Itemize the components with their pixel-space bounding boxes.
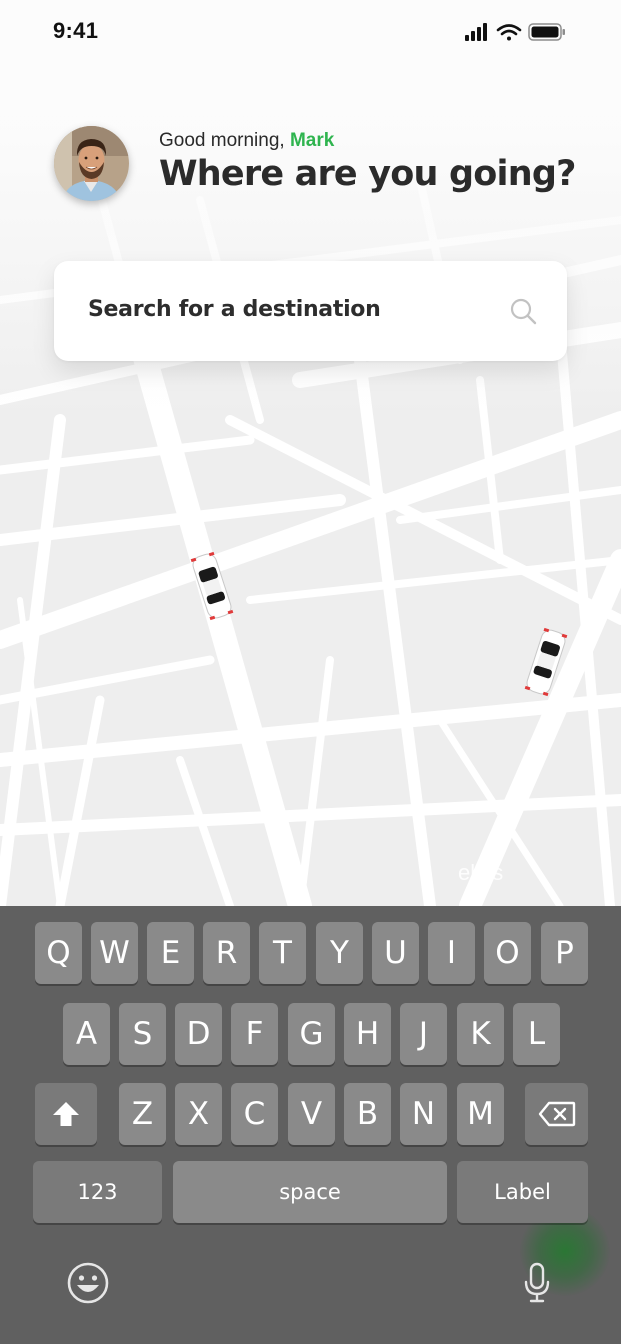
key-a[interactable]: A	[63, 1003, 110, 1065]
key-w[interactable]: W	[91, 922, 138, 984]
avatar[interactable]	[54, 126, 129, 201]
keyboard: Q W E R T Y U I O P A S D F G H J K L Z …	[0, 906, 621, 1344]
key-u[interactable]: U	[372, 922, 419, 984]
search-input[interactable]: Search for a destination	[54, 261, 567, 361]
key-r[interactable]: R	[203, 922, 250, 984]
search-placeholder: Search for a destination	[88, 297, 381, 322]
space-key[interactable]: space	[173, 1161, 447, 1223]
key-p[interactable]: P	[541, 922, 588, 984]
key-d[interactable]: D	[175, 1003, 222, 1065]
key-j[interactable]: J	[400, 1003, 447, 1065]
backspace-icon	[538, 1101, 575, 1127]
wifi-icon	[496, 24, 522, 41]
key-n[interactable]: N	[400, 1083, 447, 1145]
key-x[interactable]: X	[175, 1083, 222, 1145]
user-name: Mark	[289, 130, 335, 151]
emoji-icon[interactable]	[66, 1261, 110, 1309]
app-screen: ellos 9:41 Good morning, Mark Where are …	[0, 0, 621, 1344]
shift-icon	[53, 1102, 79, 1126]
key-z[interactable]: Z	[119, 1083, 166, 1145]
status-bar: 9:41	[0, 0, 621, 66]
key-k[interactable]: K	[457, 1003, 504, 1065]
key-t[interactable]: T	[259, 922, 306, 984]
greeting-text: Good morning, Mark	[159, 130, 334, 152]
key-g[interactable]: G	[288, 1003, 335, 1065]
key-o[interactable]: O	[484, 922, 531, 984]
page-title: Where are you going?	[159, 154, 576, 194]
key-l[interactable]: L	[513, 1003, 560, 1065]
key-f[interactable]: F	[231, 1003, 278, 1065]
numbers-key[interactable]: 123	[33, 1161, 162, 1223]
key-v[interactable]: V	[288, 1083, 335, 1145]
microphone-icon[interactable]	[522, 1261, 552, 1309]
greeting-prefix: Good morning,	[159, 130, 290, 151]
key-e[interactable]: E	[147, 922, 194, 984]
shift-key[interactable]	[35, 1083, 97, 1145]
key-b[interactable]: B	[344, 1083, 391, 1145]
status-time: 9:41	[53, 18, 99, 43]
search-icon[interactable]	[509, 297, 537, 329]
key-s[interactable]: S	[119, 1003, 166, 1065]
status-icons	[465, 22, 567, 48]
map-watermark: ellos	[458, 860, 504, 885]
battery-icon	[528, 23, 565, 41]
cellular-signal-icon	[465, 23, 487, 41]
key-c[interactable]: C	[231, 1083, 278, 1145]
key-h[interactable]: H	[344, 1003, 391, 1065]
return-key[interactable]: Label	[457, 1161, 588, 1223]
key-q[interactable]: Q	[35, 922, 82, 984]
key-i[interactable]: I	[428, 922, 475, 984]
key-m[interactable]: M	[457, 1083, 504, 1145]
backspace-key[interactable]	[525, 1083, 588, 1145]
key-y[interactable]: Y	[316, 922, 363, 984]
